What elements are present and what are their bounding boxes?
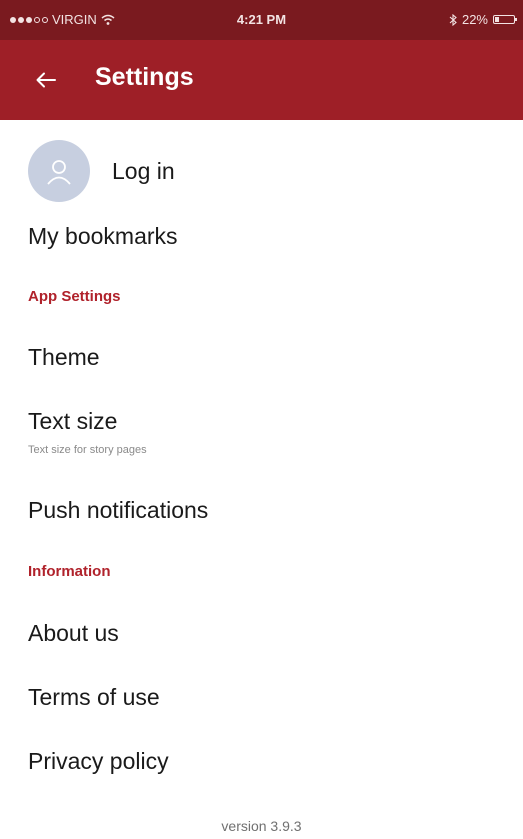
text-size-item[interactable]: Text size — [28, 408, 117, 435]
battery-icon — [493, 15, 517, 24]
information-header: Information — [28, 563, 111, 580]
app-bar: Settings — [0, 40, 523, 120]
battery-percent: 22% — [461, 12, 488, 27]
login-label: Log in — [112, 157, 175, 184]
about-us-item[interactable]: About us — [28, 620, 119, 647]
status-time: 4:21 PM — [236, 12, 287, 27]
status-bar: VIRGIN 4:21 PM 22% — [0, 0, 523, 40]
terms-of-use-item[interactable]: Terms of use — [28, 684, 160, 711]
version-label: version 3.9.3 — [221, 818, 302, 834]
status-right: 22% — [449, 12, 517, 27]
arrow-left-icon — [36, 72, 56, 88]
privacy-policy-item[interactable]: Privacy policy — [28, 748, 169, 775]
user-icon — [47, 160, 71, 185]
push-notifications-item[interactable]: Push notifications — [28, 497, 208, 524]
my-bookmarks-item[interactable]: My bookmarks — [28, 223, 178, 250]
login-row[interactable]: Log in — [28, 140, 175, 202]
page-title: Settings — [95, 63, 194, 91]
back-button[interactable] — [30, 64, 62, 96]
bluetooth-icon — [449, 13, 457, 26]
theme-item[interactable]: Theme — [28, 344, 100, 371]
text-size-description: Text size for story pages — [28, 444, 147, 456]
app-settings-header: App Settings — [28, 288, 121, 305]
avatar — [28, 140, 90, 202]
battery-fill — [495, 17, 499, 22]
